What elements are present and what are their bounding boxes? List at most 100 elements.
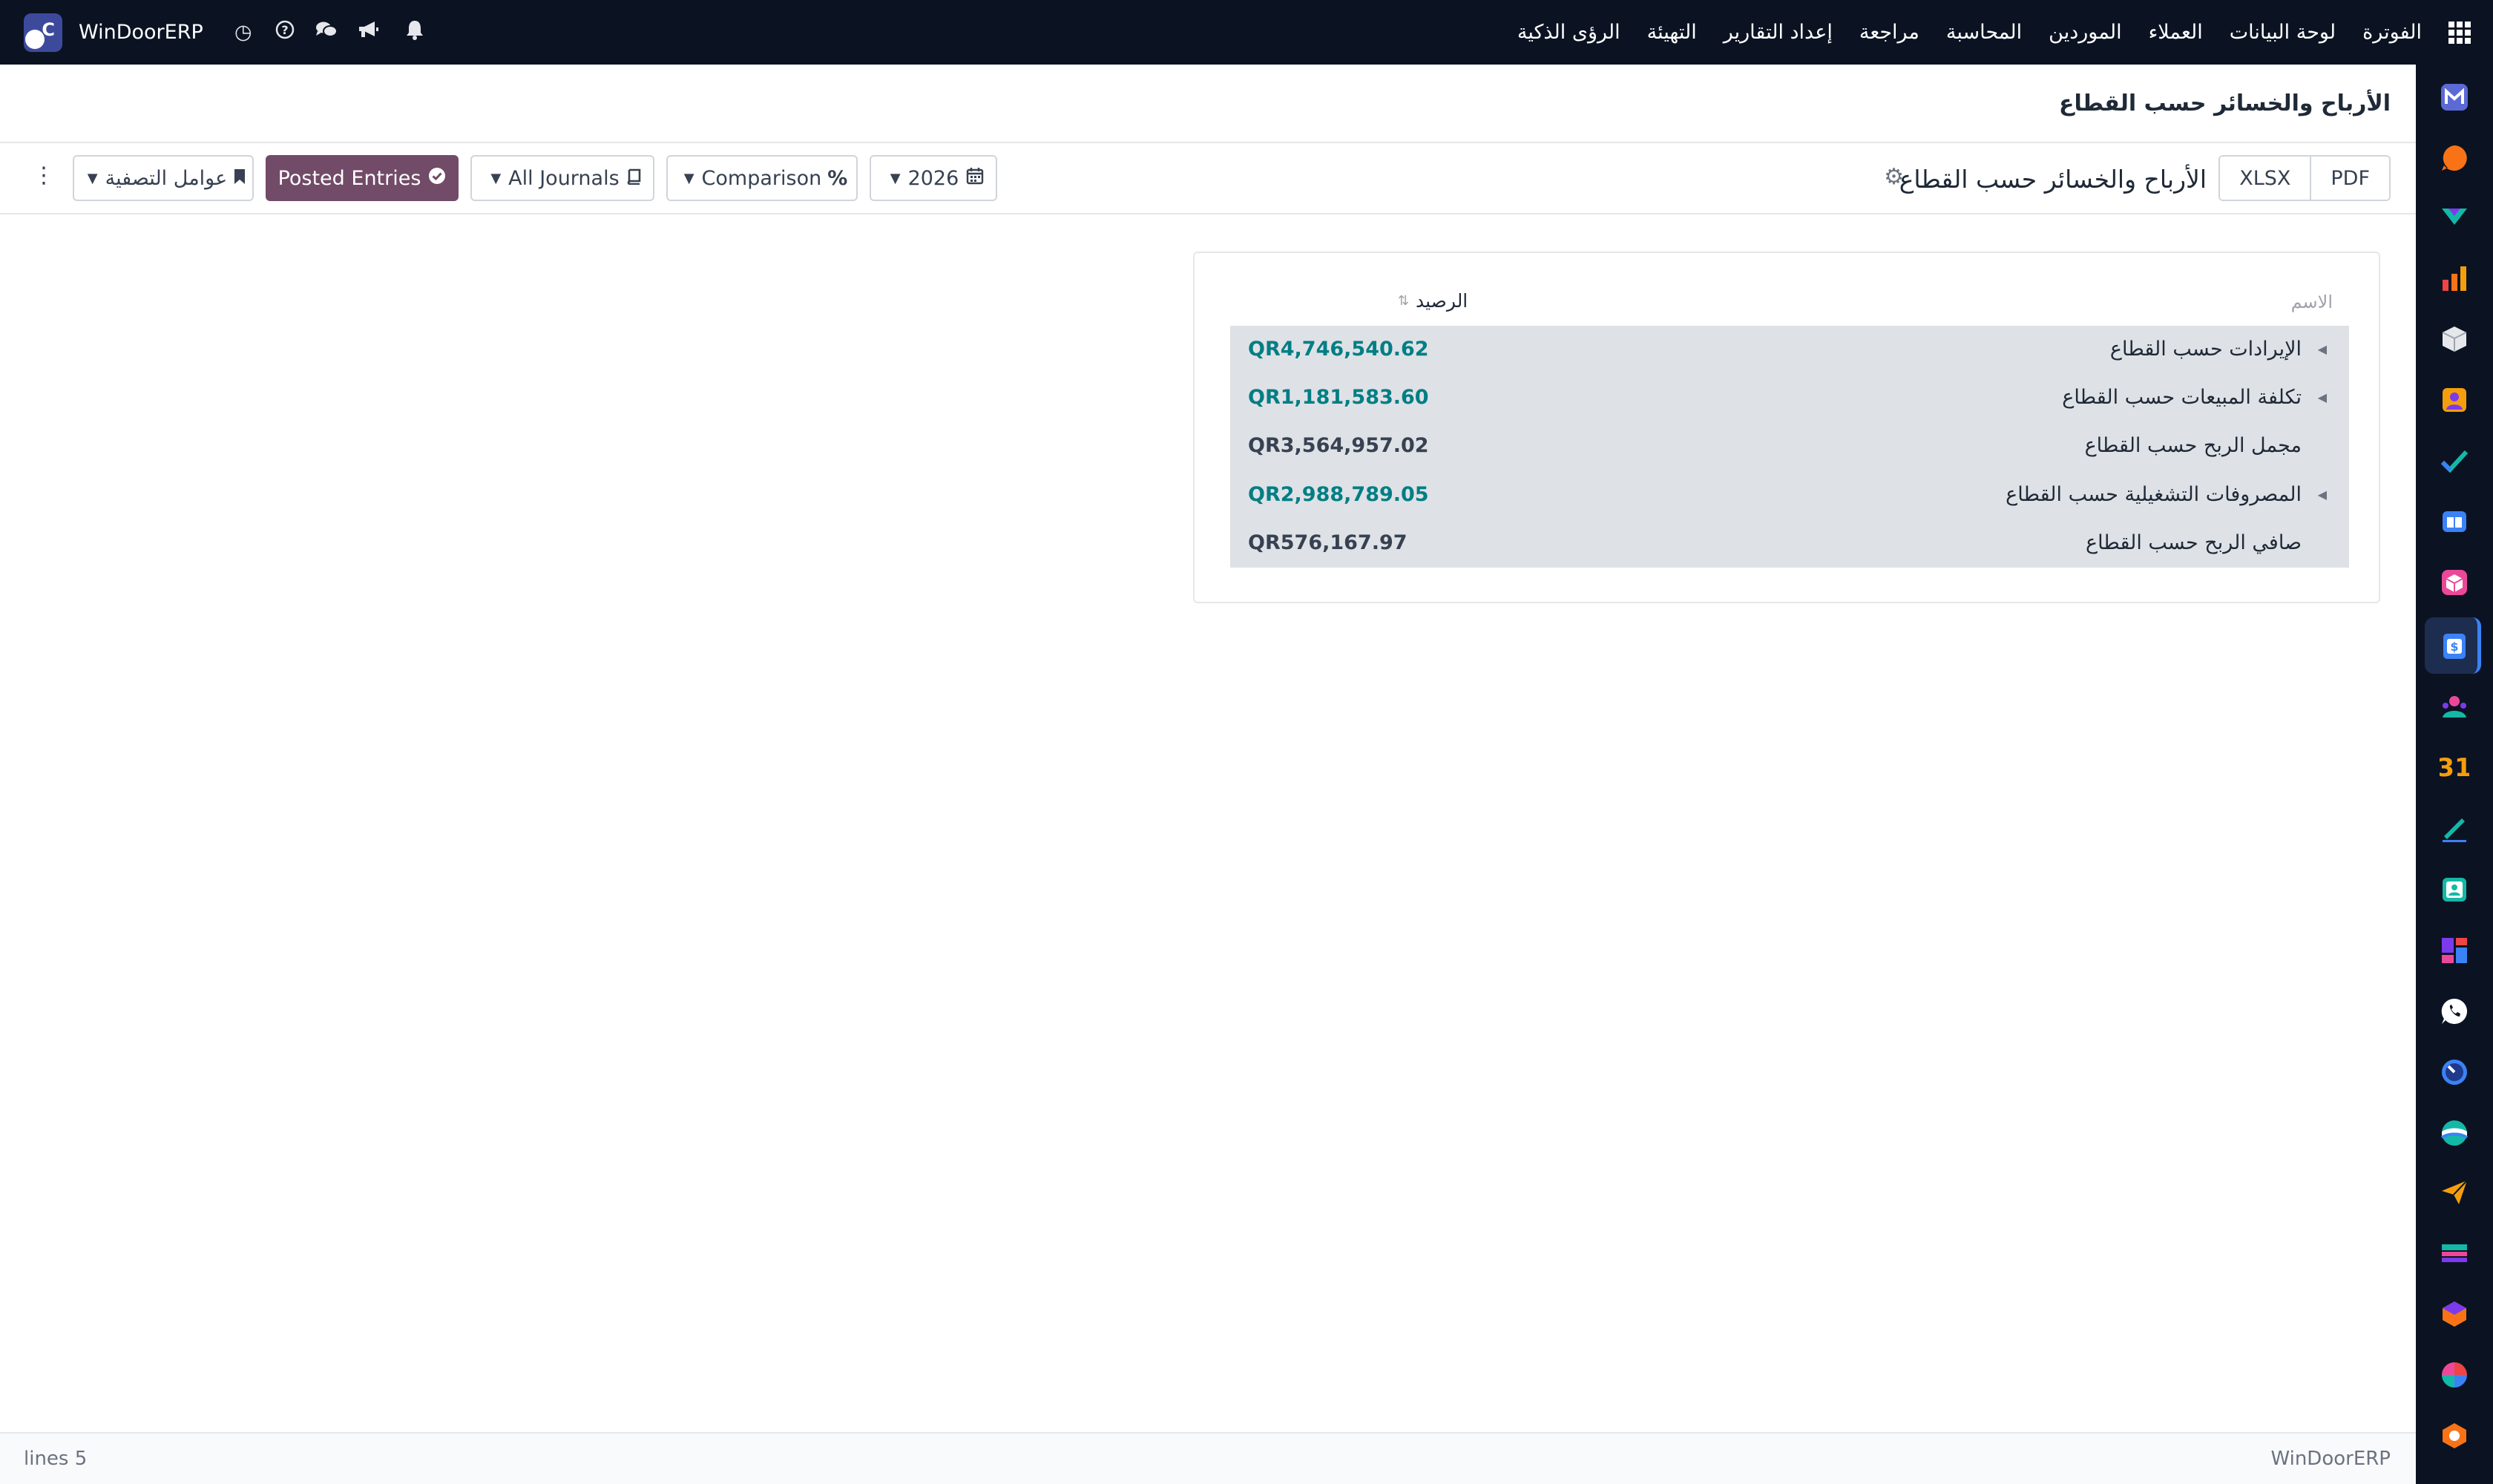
column-header-balance[interactable]: الرصيد [1416,290,1468,312]
calendar-app-icon[interactable]: 31 [2437,752,2471,783]
journals-label: All Journals [508,166,620,190]
journals-button[interactable]: ▼ All Journals [470,155,654,201]
calendar-icon [966,167,984,190]
help-icon[interactable]: ? [274,20,296,45]
menu-item-configuration[interactable]: التهيئة [1647,21,1697,44]
comparison-button[interactable]: ▼ Comparison % [666,155,858,201]
menu-item-accounting[interactable]: المحاسبة [1946,21,2022,44]
planning-app-icon[interactable] [2440,1360,2469,1390]
tasks-app-icon[interactable] [2440,446,2469,476]
bell-icon[interactable] [404,19,426,45]
gear-icon[interactable]: ⚙ [1884,164,1904,190]
email-marketing-app-icon[interactable] [2440,1178,2469,1207]
pdf-button[interactable]: PDF [2310,157,2389,200]
row-label: المصروفات التشغيلية حسب القطاع [2006,482,2302,506]
filters-button[interactable]: ▼ عوامل التصفية [73,155,254,201]
table-row[interactable]: ◀ تكلفة المبيعات حسب القطاع QR1,181,583.… [1230,374,2349,422]
export-button-group: XLSX PDF [2218,155,2391,201]
report-card: الاسم ⇅ الرصيد ◀ الإيرادات حسب القطاع QR… [1193,252,2380,603]
filters-label: عوامل التصفية [105,166,228,190]
xlsx-button[interactable]: XLSX [2220,157,2310,200]
whatsapp-app-icon[interactable] [2440,997,2469,1026]
brand-logo-dot [25,29,45,49]
mail-app-icon[interactable] [2440,82,2469,112]
bookmark-icon [233,167,246,190]
reporting-app-icon[interactable] [2440,263,2469,293]
caret-left-icon[interactable]: ◀ [2318,342,2327,356]
manufacturing-app-icon[interactable] [2440,1299,2469,1329]
repair-app-icon[interactable] [2440,1421,2469,1451]
table-row: مجمل الربح حسب القطاع QR3,564,957.02 [1230,422,2349,470]
row-label: مجمل الربح حسب القطاع [2084,434,2302,458]
row-value[interactable]: QR1,181,583.60 [1248,386,1429,409]
top-navbar: C WinDoorERP ◷ ? الفوترة لوحة البيانات ا… [0,0,2493,65]
sort-icon[interactable]: ⇅ [1398,293,1409,309]
menu-item-reporting[interactable]: إعداد التقارير [1724,21,1833,44]
caret-left-icon[interactable]: ◀ [2318,390,2327,404]
line-count: lines 5 [24,1448,88,1470]
contacts-app-icon[interactable] [2440,692,2469,722]
report-title: الأرباح والخسائر حسب القطاع [1899,164,2207,194]
column-header-name: الاسم [2290,292,2333,312]
row-label: تكلفة المبيعات حسب القطاع [2062,386,2302,410]
menu-item-invoicing[interactable]: الفوترة [2362,21,2422,44]
posted-entries-label: Posted Entries [277,166,421,190]
caret-down-icon: ▼ [87,170,98,186]
members-app-icon[interactable] [2440,875,2469,904]
more-options-icon[interactable]: ⋮ [33,162,55,188]
navbar-left: C WinDoorERP ◷ ? [24,0,436,65]
row-label: الإيرادات حسب القطاع [2109,338,2302,361]
knowledge-app-icon[interactable] [2440,507,2469,536]
clock-icon[interactable]: ◷ [232,21,254,44]
menu-item-smart-insights[interactable]: الرؤى الذكية [1517,21,1620,44]
caret-down-icon: ▼ [683,170,694,186]
caret-left-icon[interactable]: ◀ [2318,487,2327,502]
row-value[interactable]: QR4,746,540.62 [1248,338,1429,361]
crm-app-icon[interactable] [2440,203,2469,232]
product-app-icon[interactable] [2440,568,2469,597]
timesheets-app-icon[interactable] [2440,1057,2469,1087]
accounting-app-icon[interactable]: $ [2440,631,2469,661]
svg-text:?: ? [281,23,288,37]
brand-logo[interactable]: C [24,13,62,52]
table-row[interactable]: ◀ المصروفات التشغيلية حسب القطاع QR2,988… [1230,471,2349,519]
book-icon [625,167,642,190]
megaphone-icon[interactable] [357,20,379,45]
sign-app-icon[interactable] [2440,814,2469,844]
check-circle-icon [428,167,446,190]
status-footer: lines 5 WinDoorERP [0,1432,2416,1484]
svg-text:31: 31 [2440,753,2469,781]
menu-item-customers[interactable]: العملاء [2149,21,2203,44]
breadcrumb: الأرباح والخسائر حسب القطاع [0,65,2416,143]
table-body: ◀ الإيرادات حسب القطاع QR4,746,540.62 ◀ … [1230,326,2349,568]
payment-app-icon[interactable] [2440,1238,2469,1268]
employees-app-icon[interactable] [2440,385,2469,415]
row-value[interactable]: QR2,988,789.05 [1248,483,1429,506]
inventory-app-icon[interactable] [2440,324,2469,354]
brand-name[interactable]: WinDoorERP [79,21,203,44]
menu-item-review[interactable]: مراجعة [1859,21,1919,44]
page-title: الأرباح والخسائر حسب القطاع [2059,90,2391,116]
menu-item-dashboard[interactable]: لوحة البيانات [2230,21,2336,44]
table-row[interactable]: ◀ الإيرادات حسب القطاع QR4,746,540.62 [1230,326,2349,374]
menu-item-vendors[interactable]: الموردين [2049,21,2121,44]
footer-brand: WinDoorERP [2270,1448,2391,1470]
date-filter-label: 2026 [907,166,959,190]
caret-down-icon: ▼ [490,170,502,186]
control-panel: XLSX PDF الأرباح والخسائر حسب القطاع ⚙ ▼… [0,143,2416,214]
posted-entries-button[interactable]: Posted Entries [266,155,459,201]
dashboards-app-icon[interactable] [2440,936,2469,965]
website-app-icon[interactable] [2440,1118,2469,1148]
date-filter-button[interactable]: ▼ 2026 [870,155,997,201]
chat-icon[interactable] [315,20,338,45]
svg-text:$: $ [2450,640,2458,654]
discuss-app-icon[interactable] [2440,143,2469,173]
row-value: QR3,564,957.02 [1248,434,1429,458]
table-header: الاسم ⇅ الرصيد [1230,289,2349,318]
apps-grid-icon[interactable] [2448,21,2471,44]
caret-down-icon: ▼ [890,170,901,186]
navbar-menu: الفوترة لوحة البيانات العملاء الموردين ا… [1491,0,2471,65]
app-switcher-strip: $ 31 [2416,65,2493,1484]
comparison-label: Comparison [701,166,822,190]
table-row: صافي الربح حسب القطاع QR576,167.97 [1230,519,2349,568]
